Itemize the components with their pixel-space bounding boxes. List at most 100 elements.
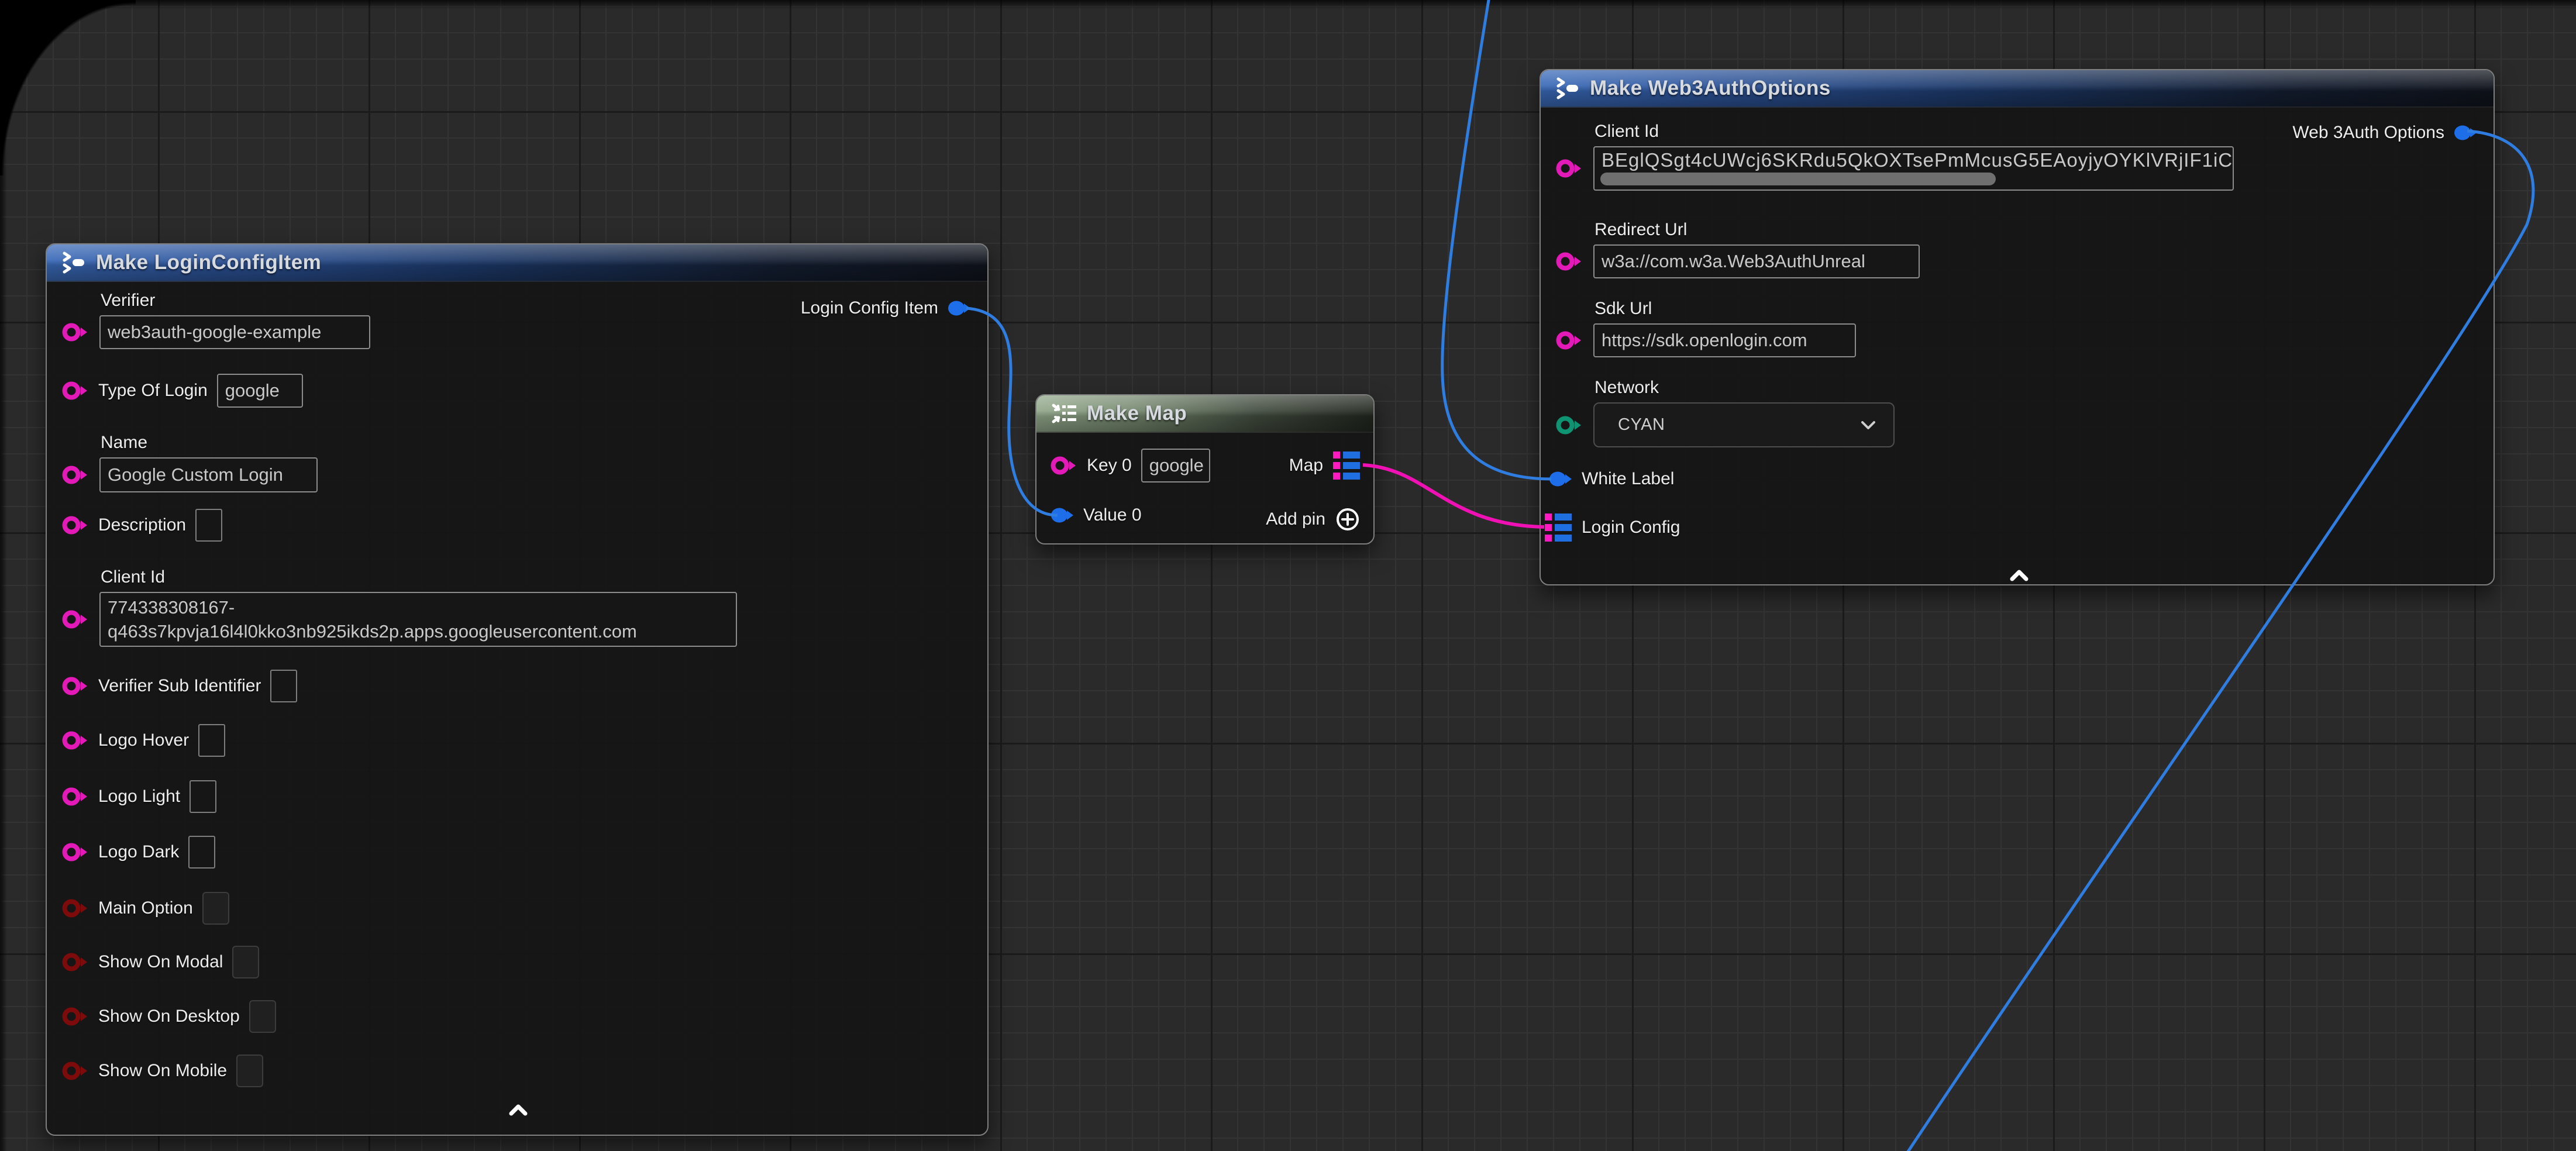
field-client-id: Client Id 774338308167-q463s7kpvja16l4l0…	[62, 567, 737, 647]
logo-hover-label: Logo Hover	[98, 730, 189, 750]
pin-string-logo-light[interactable]	[62, 787, 89, 807]
field-verifier: Verifier web3auth-google-example	[62, 291, 370, 349]
network-dropdown[interactable]: CYAN	[1593, 402, 1895, 447]
type-of-login-label: Type Of Login	[98, 381, 208, 401]
logo-hover-input[interactable]	[198, 724, 225, 757]
pin-struct-web3auth-options[interactable]	[2454, 123, 2477, 143]
sdk-url-label: Sdk Url	[1594, 299, 1856, 319]
pin-string-type-of-login[interactable]	[62, 381, 89, 401]
pin-string-client-id[interactable]	[62, 609, 89, 629]
pin-string-logo-hover[interactable]	[62, 730, 89, 750]
field-sdk-url: Sdk Url https://sdk.openlogin.com	[1556, 299, 1856, 357]
client-id-label: Client Id	[1594, 122, 2234, 142]
pin-string-key-0[interactable]	[1051, 456, 1077, 475]
node-make-map[interactable]: Make Map Key 0 google Map Value 0	[1035, 394, 1375, 545]
field-redirect-url: Redirect Url w3a://com.w3a.Web3AuthUnrea…	[1556, 220, 1920, 278]
field-show-on-desktop: Show On Desktop	[62, 999, 276, 1034]
key-0-input[interactable]: google	[1141, 449, 1210, 483]
node-make-web3authoptions[interactable]: Make Web3AuthOptions Client Id BEglQSgt4…	[1540, 69, 2495, 585]
show-on-mobile-checkbox[interactable]	[236, 1054, 263, 1087]
horizontal-scrollbar[interactable]	[1600, 173, 1996, 185]
chevron-up-icon[interactable]	[2007, 568, 2031, 583]
verifier-sub-identifier-input[interactable]	[270, 670, 297, 702]
description-input[interactable]	[195, 509, 222, 542]
pin-string-verifier-sub-identifier[interactable]	[62, 676, 89, 696]
name-label: Name	[101, 433, 318, 453]
output-login-config-item: Login Config Item	[801, 291, 971, 326]
redirect-url-label: Redirect Url	[1594, 220, 1920, 240]
name-input[interactable]: Google Custom Login	[99, 457, 318, 492]
logo-light-label: Logo Light	[98, 787, 180, 807]
type-of-login-input[interactable]: google	[217, 374, 303, 408]
output-label: Web 3Auth Options	[2292, 123, 2444, 143]
make-map-icon	[1051, 401, 1077, 426]
network-selected-value: CYAN	[1618, 415, 1665, 435]
pin-bool-main-option[interactable]	[62, 898, 89, 918]
verifier-sub-identifier-label: Verifier Sub Identifier	[98, 676, 261, 696]
viewport-left-shadow	[0, 0, 7, 1151]
pin-string-redirect-url[interactable]	[1556, 251, 1583, 271]
main-option-checkbox[interactable]	[202, 892, 229, 925]
field-main-option: Main Option	[62, 891, 229, 926]
pin-string-sdk-url[interactable]	[1556, 330, 1583, 350]
pin-string-logo-dark[interactable]	[62, 842, 89, 862]
output-web3auth-options: Web 3Auth Options	[2292, 115, 2477, 150]
client-id-label: Client Id	[101, 567, 737, 587]
node-header-make-map[interactable]: Make Map	[1036, 395, 1373, 433]
field-key-0: Key 0 google	[1051, 448, 1210, 483]
node-make-loginconfigitem[interactable]: Make LoginConfigItem Verifier web3auth-g…	[46, 243, 989, 1136]
pin-string-client-id[interactable]	[1556, 158, 1583, 178]
logo-light-input[interactable]	[190, 780, 216, 813]
pin-map-output[interactable]	[1332, 450, 1361, 481]
verifier-input[interactable]: web3auth-google-example	[99, 315, 370, 349]
white-label-label: White Label	[1582, 469, 1674, 489]
pin-struct-login-config-item[interactable]	[948, 298, 971, 318]
client-id-text: BEglQSgt4cUWcj6SKRdu5QkOXTsePmMcusG5EAoy…	[1602, 149, 2233, 171]
pin-bool-show-on-desktop[interactable]	[62, 1007, 89, 1026]
wire-offscreen-to-white-label[interactable]	[1442, 0, 1551, 479]
add-pin-label: Add pin	[1266, 509, 1325, 529]
field-network: Network CYAN	[1556, 378, 1895, 447]
node-header-make-web3authoptions[interactable]: Make Web3AuthOptions	[1541, 70, 2494, 108]
make-struct-pin-icon	[1555, 75, 1580, 101]
sdk-url-input[interactable]: https://sdk.openlogin.com	[1593, 323, 1856, 357]
pin-map-login-config[interactable]	[1544, 512, 1572, 543]
node-header-make-loginconfigitem[interactable]: Make LoginConfigItem	[47, 244, 987, 282]
field-white-label: White Label	[1549, 461, 1674, 497]
node-title: Make Web3AuthOptions	[1590, 77, 1831, 100]
pin-bool-show-on-modal[interactable]	[62, 952, 89, 972]
field-name: Name Google Custom Login	[62, 433, 318, 492]
show-on-desktop-checkbox[interactable]	[249, 1000, 276, 1033]
description-label: Description	[98, 515, 186, 535]
chevron-up-icon[interactable]	[507, 1103, 530, 1117]
pin-struct-white-label[interactable]	[1549, 469, 1572, 489]
main-option-label: Main Option	[98, 898, 193, 918]
pin-enum-network[interactable]	[1556, 415, 1583, 435]
pin-string-name[interactable]	[62, 465, 89, 485]
show-on-mobile-label: Show On Mobile	[98, 1061, 227, 1081]
client-id-input[interactable]: BEglQSgt4cUWcj6SKRdu5QkOXTsePmMcusG5EAoy…	[1593, 146, 2234, 191]
field-description: Description	[62, 508, 222, 543]
output-map: Map	[1289, 448, 1361, 483]
pin-string-description[interactable]	[62, 515, 89, 535]
viewport-top-shadow	[0, 0, 2576, 9]
field-type-of-login: Type Of Login google	[62, 373, 303, 408]
pin-string-verifier[interactable]	[62, 322, 89, 342]
add-pin-button[interactable]: Add pin	[1266, 502, 1361, 537]
node-title: Make Map	[1087, 402, 1187, 425]
redirect-url-input[interactable]: w3a://com.w3a.Web3AuthUnreal	[1593, 244, 1920, 278]
client-id-input[interactable]: 774338308167-q463s7kpvja16l4l0kko3nb925i…	[99, 592, 737, 647]
key-0-label: Key 0	[1087, 456, 1132, 475]
blueprint-graph-canvas[interactable]: Make LoginConfigItem Verifier web3auth-g…	[0, 0, 2576, 1151]
logo-dark-input[interactable]	[188, 836, 215, 869]
show-on-desktop-label: Show On Desktop	[98, 1007, 240, 1026]
field-verifier-sub-identifier: Verifier Sub Identifier	[62, 668, 297, 704]
wire-map-to-login-config[interactable]	[1363, 465, 1544, 527]
value-0-label: Value 0	[1083, 505, 1142, 525]
field-show-on-modal: Show On Modal	[62, 945, 259, 980]
login-config-label: Login Config	[1582, 518, 1680, 537]
show-on-modal-checkbox[interactable]	[232, 946, 259, 978]
field-login-config: Login Config	[1544, 510, 1680, 545]
pin-struct-value-0[interactable]	[1051, 505, 1074, 525]
pin-bool-show-on-mobile[interactable]	[62, 1061, 89, 1081]
